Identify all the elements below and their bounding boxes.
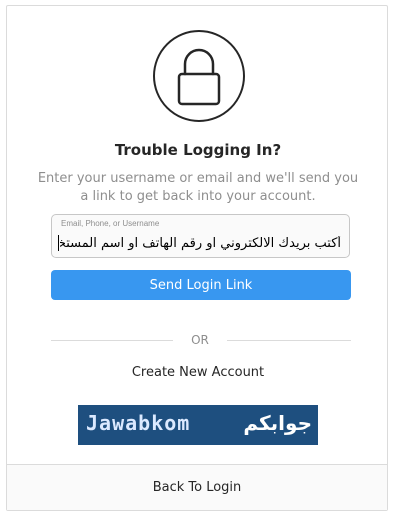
identifier-field-label: Email, Phone, or Username xyxy=(61,219,160,228)
reset-password-card: Trouble Logging In? Enter your username … xyxy=(6,5,388,511)
text-caret xyxy=(58,235,59,251)
or-divider-label: OR xyxy=(191,333,209,347)
divider-line-left xyxy=(51,340,173,341)
watermark-logo: Jawabkom جوابكم xyxy=(78,405,318,445)
watermark-arabic-text: جوابكم xyxy=(243,411,312,435)
lock-icon xyxy=(153,30,245,122)
footer-bar: Back To Login xyxy=(7,464,387,510)
identifier-input[interactable] xyxy=(56,232,345,254)
instructions-text: Enter your username or email and we'll s… xyxy=(37,171,359,204)
identifier-field[interactable]: Email, Phone, or Username xyxy=(51,214,350,258)
page-title: Trouble Logging In? xyxy=(114,141,282,159)
back-to-login-link[interactable]: Back To Login xyxy=(153,480,242,495)
divider-line-right xyxy=(227,340,351,341)
create-new-account-link[interactable]: Create New Account xyxy=(7,365,389,380)
send-login-link-button[interactable]: Send Login Link xyxy=(51,270,351,300)
watermark-latin-text: Jawabkom xyxy=(86,411,191,435)
